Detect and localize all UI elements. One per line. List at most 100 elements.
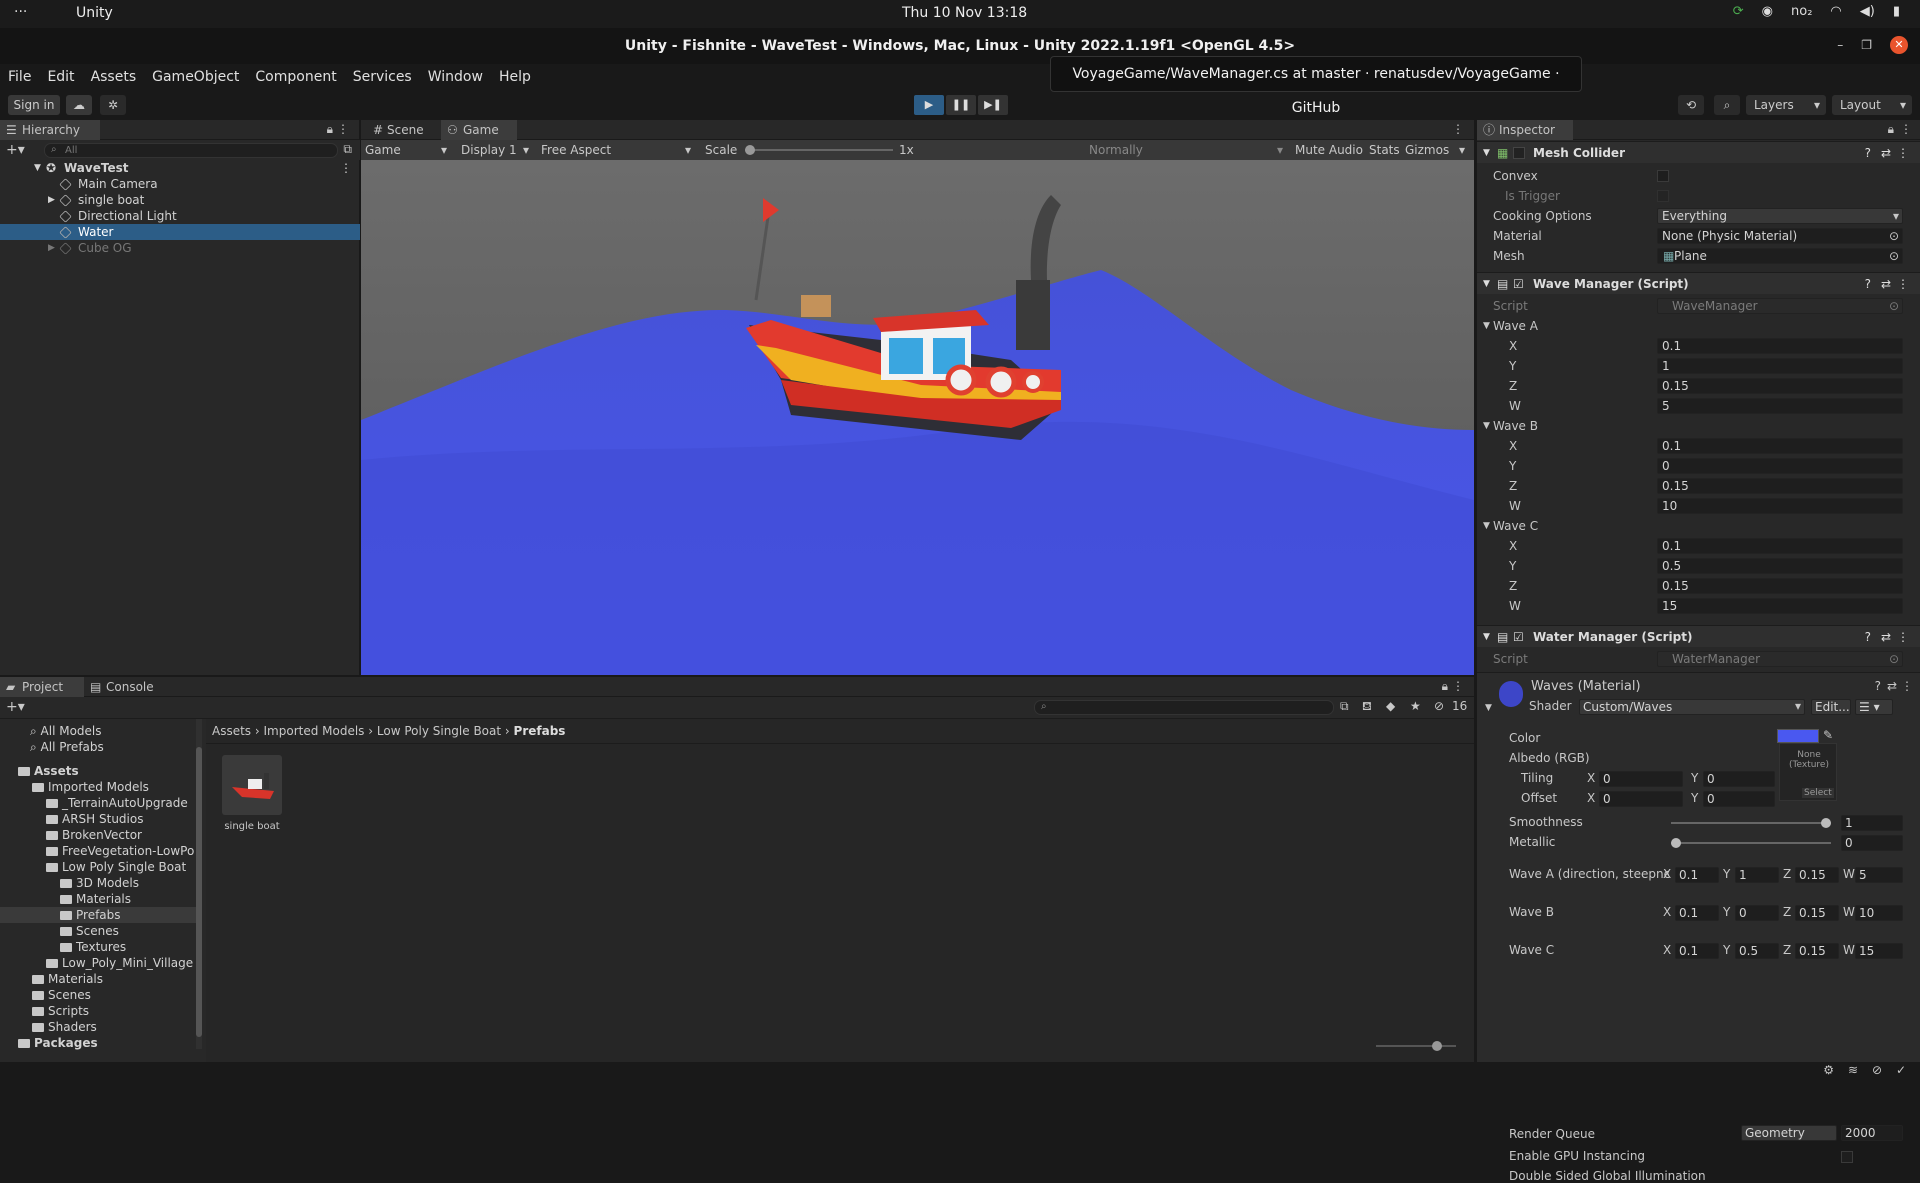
- lock-icon[interactable]: 🔒︎: [1442, 679, 1448, 694]
- material-wave-x-field[interactable]: 0.1: [1675, 943, 1719, 959]
- volume-icon[interactable]: ◀): [1860, 4, 1875, 19]
- menu-services[interactable]: Services: [353, 69, 412, 85]
- menu-window[interactable]: Window: [428, 69, 483, 85]
- tab-scene[interactable]: # Scene: [365, 120, 441, 140]
- bug-icon[interactable]: ⚙: [1823, 1063, 1834, 1077]
- tab-project[interactable]: ▰ Project: [0, 677, 84, 697]
- breadcrumb-imported-models[interactable]: Imported Models: [264, 724, 365, 738]
- slider-thumb[interactable]: [1671, 838, 1681, 848]
- more-icon[interactable]: ⋮: [340, 160, 352, 176]
- lock-icon[interactable]: 🔒︎: [327, 122, 333, 137]
- lock-icon[interactable]: 🔒︎: [1888, 122, 1894, 137]
- slider-thumb[interactable]: [745, 145, 755, 155]
- steam-icon[interactable]: ◉: [1762, 4, 1773, 19]
- tree-item[interactable]: Packages: [0, 1035, 196, 1051]
- search-icon[interactable]: ⌕: [1714, 95, 1740, 115]
- wave-z-field[interactable]: 0.15: [1657, 478, 1903, 494]
- collab-icon[interactable]: ✲: [100, 95, 126, 115]
- menu-edit[interactable]: Edit: [47, 69, 74, 85]
- tree-item[interactable]: Scripts: [0, 1003, 196, 1019]
- tree-item[interactable]: Scenes: [0, 923, 196, 939]
- hierarchy-search-input[interactable]: ⌕ All: [44, 143, 338, 158]
- collapse-icon[interactable]: ▼: [1483, 416, 1490, 436]
- clock[interactable]: Thu 10 Nov 13:18: [902, 5, 1027, 21]
- cloud-icon[interactable]: ☁: [66, 95, 92, 115]
- material-wave-z-field[interactable]: 0.15: [1795, 943, 1839, 959]
- activities-menu[interactable]: ···: [14, 4, 27, 20]
- hierarchy-item-main-camera[interactable]: Main Camera: [0, 176, 360, 192]
- tree-item[interactable]: Materials: [0, 971, 196, 987]
- collapse-icon[interactable]: ▶: [48, 192, 55, 208]
- color-swatch[interactable]: [1777, 729, 1819, 743]
- label-icon[interactable]: ◆: [1386, 699, 1395, 713]
- more-icon[interactable]: ⋮: [1897, 273, 1909, 295]
- material-wave-y-field[interactable]: 0: [1735, 905, 1779, 921]
- material-wave-y-field[interactable]: 0.5: [1735, 943, 1779, 959]
- enabled-checkbox[interactable]: ☑: [1513, 273, 1524, 295]
- tree-scrollbar[interactable]: [196, 719, 202, 1049]
- material-wave-w-field[interactable]: 10: [1855, 905, 1903, 921]
- wave-x-field[interactable]: 0.1: [1657, 538, 1903, 554]
- collapse-icon[interactable]: ▼: [1483, 316, 1490, 336]
- offset-y-field[interactable]: 0: [1703, 791, 1775, 807]
- tree-item[interactable]: Prefabs: [0, 907, 196, 923]
- material-wave-w-field[interactable]: 5: [1855, 867, 1903, 883]
- eyedropper-icon[interactable]: ✎: [1823, 728, 1833, 742]
- tree-item[interactable]: BrokenVector: [0, 827, 196, 843]
- object-picker-icon[interactable]: ⊙: [1889, 246, 1899, 266]
- tree-item[interactable]: Materials: [0, 891, 196, 907]
- tab-inspector[interactable]: ⓘ Inspector: [1477, 120, 1573, 140]
- tree-item[interactable]: ARSH Studios: [0, 811, 196, 827]
- physic-material-field[interactable]: None (Physic Material): [1657, 228, 1903, 244]
- wave-x-field[interactable]: 0.1: [1657, 438, 1903, 454]
- material-wave-z-field[interactable]: 0.15: [1795, 905, 1839, 921]
- slider-thumb[interactable]: [1432, 1041, 1442, 1051]
- render-queue-field[interactable]: 2000: [1841, 1125, 1903, 1141]
- collapse-icon[interactable]: ▶: [48, 240, 55, 256]
- favorite-all-prefabs[interactable]: ⌕ All Prefabs: [30, 739, 104, 755]
- enabled-checkbox[interactable]: [1513, 147, 1525, 159]
- asset-single-boat[interactable]: [222, 755, 282, 815]
- hierarchy-item-water[interactable]: Water: [0, 224, 360, 240]
- tab-hierarchy[interactable]: ☰ Hierarchy: [0, 120, 100, 140]
- shader-dropdown[interactable]: Custom/Waves: [1579, 699, 1805, 715]
- tree-item[interactable]: Shaders: [0, 1019, 196, 1035]
- collapse-icon[interactable]: ▼: [1483, 273, 1490, 295]
- collapse-icon[interactable]: ▼: [1485, 703, 1492, 713]
- maximize-icon[interactable]: ❐: [1861, 38, 1872, 52]
- collapse-icon[interactable]: ▼: [1483, 626, 1490, 648]
- tab-console[interactable]: ▤ Console: [84, 677, 168, 697]
- wave-manager-header[interactable]: ▼ ▤ ☑ Wave Manager (Script) ? ⇄ ⋮: [1477, 272, 1920, 294]
- material-wave-w-field[interactable]: 15: [1855, 943, 1903, 959]
- search-by-type-icon[interactable]: ⧉: [1340, 699, 1349, 714]
- gpu-instancing-checkbox[interactable]: [1841, 1151, 1853, 1163]
- cooking-options-dropdown[interactable]: Everything: [1657, 208, 1903, 224]
- hidden-packages-icon[interactable]: ⊘: [1434, 699, 1444, 713]
- more-icon[interactable]: ⋮: [1900, 122, 1912, 136]
- object-picker-icon[interactable]: ⊙: [1889, 226, 1899, 246]
- help-icon[interactable]: ?: [1865, 142, 1871, 164]
- wave-foldout[interactable]: ▼ Wave A: [1477, 316, 1920, 336]
- vsync-dropdown[interactable]: Normally: [1089, 143, 1143, 157]
- favorite-icon[interactable]: ★: [1410, 699, 1421, 713]
- edit-shader-button[interactable]: Edit...: [1811, 699, 1851, 715]
- breadcrumb-prefabs[interactable]: Prefabs: [514, 724, 566, 738]
- mute-audio-toggle[interactable]: Mute Audio: [1295, 143, 1363, 157]
- is-trigger-checkbox[interactable]: [1657, 190, 1669, 202]
- wave-w-field[interactable]: 15: [1657, 598, 1903, 614]
- preset-icon[interactable]: ⇄: [1887, 679, 1897, 693]
- more-icon[interactable]: ⋮: [1897, 626, 1909, 648]
- tree-item[interactable]: _TerrainAutoUpgrade: [0, 795, 196, 811]
- step-button[interactable]: ▶❚: [978, 95, 1008, 115]
- expand-icon[interactable]: ▼: [34, 160, 41, 176]
- project-search-input[interactable]: ⌕: [1034, 700, 1334, 715]
- help-icon[interactable]: ?: [1875, 679, 1881, 693]
- menu-component[interactable]: Component: [255, 69, 336, 85]
- tree-item[interactable]: Low Poly Single Boat: [0, 859, 196, 875]
- layers-dropdown[interactable]: Layers ▾: [1746, 95, 1826, 115]
- tree-item[interactable]: Assets: [0, 763, 196, 779]
- preset-icon[interactable]: ⇄: [1881, 626, 1891, 648]
- sync-icon[interactable]: ⟳: [1733, 4, 1744, 19]
- wave-w-field[interactable]: 5: [1657, 398, 1903, 414]
- help-icon[interactable]: ?: [1865, 626, 1871, 648]
